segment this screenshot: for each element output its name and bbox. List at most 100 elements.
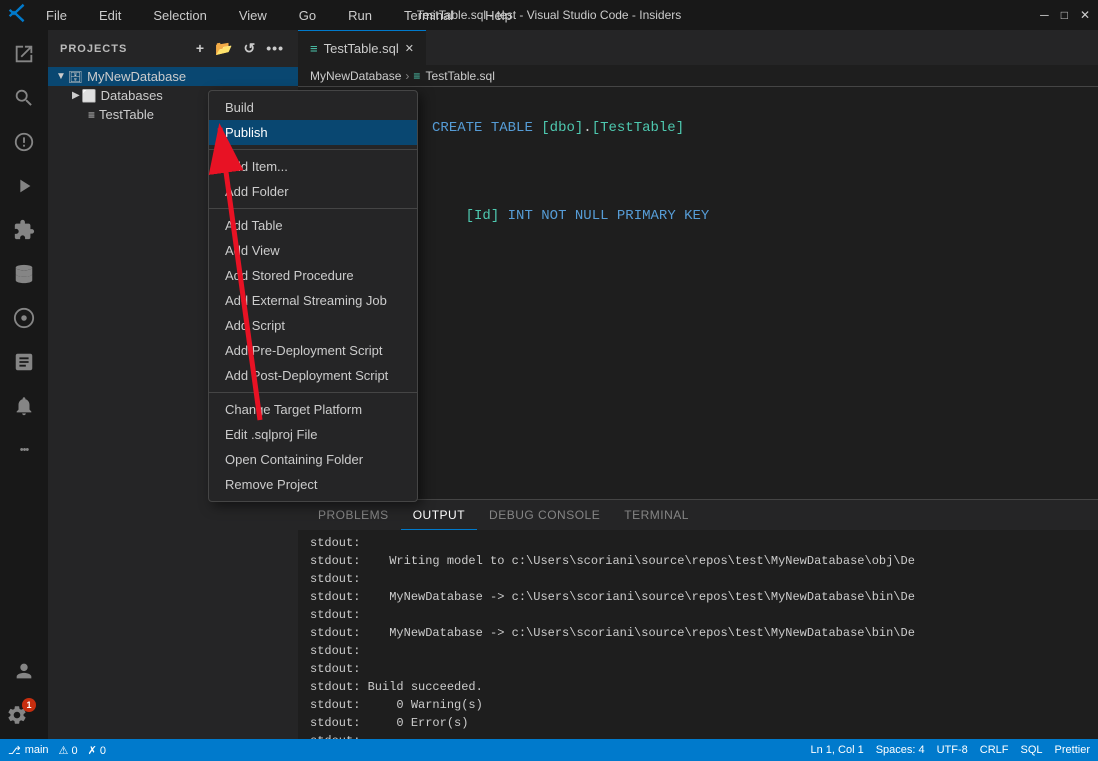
panel-tab-terminal[interactable]: TERMINAL (612, 500, 701, 530)
breadcrumb-table: ≡ TestTable.sql (413, 69, 495, 83)
notification-icon[interactable] (4, 386, 44, 426)
context-menu-add-table[interactable]: Add Table (209, 213, 417, 238)
more-icon[interactable]: ••• (4, 430, 44, 470)
output-line: stdout: (310, 732, 1086, 739)
separator-1 (209, 149, 417, 150)
context-menu-add-external-streaming-job[interactable]: Add External Streaming Job (209, 288, 417, 313)
separator-2 (209, 208, 417, 209)
breadcrumb-file: TestTable.sql (426, 69, 495, 83)
refresh-icon[interactable]: ↺ (242, 38, 259, 59)
context-menu-change-target-platform[interactable]: Change Target Platform (209, 397, 417, 422)
context-menu-remove-project[interactable]: Remove Project (209, 472, 417, 497)
context-menu-build[interactable]: Build (209, 95, 417, 120)
formatter[interactable]: Prettier (1055, 744, 1090, 756)
output-line: stdout: (310, 570, 1086, 588)
sidebar: PROJECTS + 📂 ↺ ••• ▼ 🗄 MyNewDatabase ▶ ⬜… (48, 30, 298, 739)
breadcrumb-sql-icon: ≡ (413, 69, 420, 83)
context-menu-add-script[interactable]: Add Script (209, 313, 417, 338)
close-icon[interactable]: ✕ (1080, 8, 1090, 22)
add-project-icon[interactable]: + (194, 38, 207, 59)
panel-tab-debug-console[interactable]: DEBUG CONSOLE (477, 500, 612, 530)
search-icon[interactable] (4, 78, 44, 118)
encoding[interactable]: UTF-8 (937, 744, 968, 756)
settings-icon[interactable]: 1 (4, 695, 44, 735)
menu-terminal[interactable]: Terminal (398, 6, 459, 25)
source-control-icon[interactable] (4, 122, 44, 162)
pages-icon[interactable] (4, 342, 44, 382)
cursor-position[interactable]: Ln 1, Col 1 (810, 744, 863, 756)
language-mode[interactable]: SQL (1021, 744, 1043, 756)
sidebar-header: PROJECTS + 📂 ↺ ••• (48, 30, 298, 67)
branch-icon[interactable]: ⎇ (8, 744, 21, 757)
tab-label: TestTable.sql (324, 41, 399, 56)
tree-item-label: TestTable (99, 107, 154, 122)
menu-selection[interactable]: Selection (147, 6, 212, 25)
tab-bar: ≡ TestTable.sql ✕ (298, 30, 1098, 65)
output-line: stdout: MyNewDatabase -> c:\Users\scoria… (310, 588, 1086, 606)
breadcrumb-db: MyNewDatabase (310, 69, 401, 83)
code-editor: 1 2 3 4 5 CREATE TABLE [dbo].[TestTable]… (298, 87, 1098, 499)
bottom-panel: PROBLEMS OUTPUT DEBUG CONSOLE TERMINAL s… (298, 499, 1098, 739)
database-icon[interactable] (4, 254, 44, 294)
tab-sql-icon: ≡ (310, 41, 318, 56)
tree-item-label: Databases (101, 88, 163, 103)
context-menu: Build Publish Add Item... Add Folder Add… (208, 90, 418, 502)
status-bar: ⎇ main ⚠ 0 ✗ 0 Ln 1, Col 1 Spaces: 4 UTF… (0, 739, 1098, 761)
menu-view[interactable]: View (233, 6, 273, 25)
context-menu-publish[interactable]: Publish (209, 120, 417, 145)
panel-tab-output[interactable]: OUTPUT (401, 500, 477, 530)
branch-label[interactable]: main (25, 744, 49, 756)
run-debug-icon[interactable] (4, 166, 44, 206)
separator-3 (209, 392, 417, 393)
code-line-1: CREATE TABLE [dbo].[TestTable] (348, 95, 1098, 161)
panel-tab-problems[interactable]: PROBLEMS (306, 500, 401, 530)
context-menu-open-containing-folder[interactable]: Open Containing Folder (209, 447, 417, 472)
context-menu-add-pre-deployment-script[interactable]: Add Pre-Deployment Script (209, 338, 417, 363)
output-line: stdout: Writing model to c:\Users\scoria… (310, 552, 1086, 570)
minimize-icon[interactable]: ─ (1040, 8, 1049, 22)
panel-content: stdout: stdout: Writing model to c:\User… (298, 530, 1098, 739)
menu-bar: File Edit Selection View Go Run Terminal… (40, 0, 518, 30)
output-line: stdout: 0 Warning(s) (310, 696, 1086, 714)
code-line-5 (348, 271, 1098, 293)
tab-testtable[interactable]: ≡ TestTable.sql ✕ (298, 30, 426, 65)
code-line-4: ) (348, 249, 1098, 271)
status-bar-right: Ln 1, Col 1 Spaces: 4 UTF-8 CRLF SQL Pre… (810, 744, 1090, 756)
output-line: stdout: (310, 642, 1086, 660)
sidebar-title: PROJECTS (60, 43, 127, 55)
context-menu-edit-sqlproj[interactable]: Edit .sqlproj File (209, 422, 417, 447)
output-line: stdout: MyNewDatabase -> c:\Users\scoria… (310, 624, 1086, 642)
code-line-3: [Id] INT NOT NULL PRIMARY KEY (348, 183, 1098, 249)
spaces[interactable]: Spaces: 4 (876, 744, 925, 756)
account-icon[interactable] (4, 651, 44, 691)
line-endings[interactable]: CRLF (980, 744, 1009, 756)
extensions-icon[interactable] (4, 210, 44, 250)
code-content[interactable]: CREATE TABLE [dbo].[TestTable] ( [Id] IN… (348, 87, 1098, 499)
breadcrumb-sep: › (405, 69, 409, 83)
error-count[interactable]: ✗ 0 (88, 744, 106, 757)
context-menu-add-stored-procedure[interactable]: Add Stored Procedure (209, 263, 417, 288)
more-options-icon[interactable]: ••• (264, 38, 286, 59)
git-icon[interactable] (4, 298, 44, 338)
output-line: stdout: 0 Error(s) (310, 714, 1086, 732)
tree-item-label: MyNewDatabase (87, 69, 186, 84)
tree-item-mynewdatabase[interactable]: ▼ 🗄 MyNewDatabase (48, 67, 298, 86)
output-line: stdout: Build succeeded. (310, 678, 1086, 696)
open-folder-icon[interactable]: 📂 (213, 38, 235, 59)
menu-go[interactable]: Go (293, 6, 322, 25)
menu-edit[interactable]: Edit (93, 6, 127, 25)
context-menu-add-view[interactable]: Add View (209, 238, 417, 263)
title-bar: File Edit Selection View Go Run Terminal… (0, 0, 1098, 30)
tab-close-icon[interactable]: ✕ (405, 42, 414, 55)
context-menu-add-post-deployment-script[interactable]: Add Post-Deployment Script (209, 363, 417, 388)
menu-help[interactable]: Help (479, 6, 518, 25)
maximize-icon[interactable]: □ (1061, 8, 1068, 22)
context-menu-add-item[interactable]: Add Item... (209, 154, 417, 179)
menu-file[interactable]: File (40, 6, 73, 25)
breadcrumb: MyNewDatabase › ≡ TestTable.sql (298, 65, 1098, 87)
output-line: stdout: (310, 660, 1086, 678)
warning-count[interactable]: ⚠ 0 (59, 744, 78, 757)
menu-run[interactable]: Run (342, 6, 378, 25)
context-menu-add-folder[interactable]: Add Folder (209, 179, 417, 204)
explorer-icon[interactable] (4, 34, 44, 74)
